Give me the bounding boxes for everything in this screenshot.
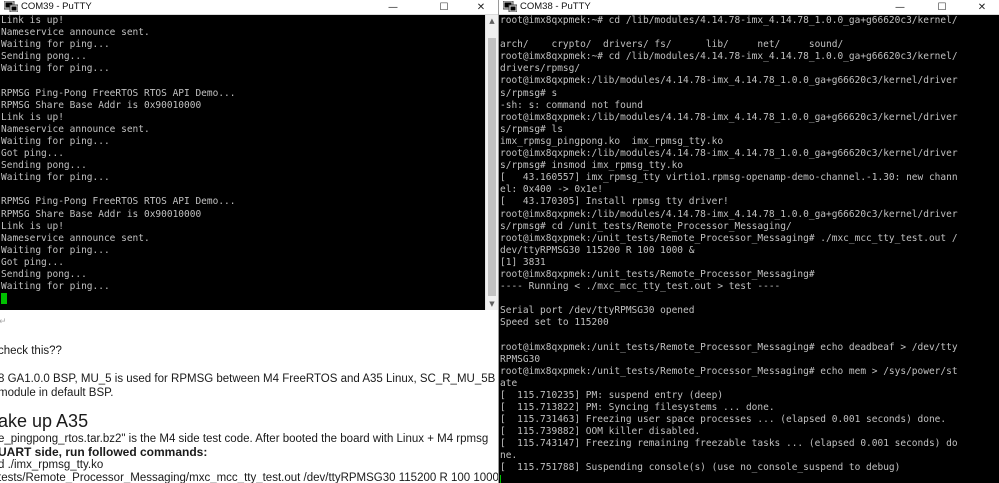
terminal-line: s/rpmsg# ls — [500, 123, 563, 135]
terminal-line: [1] 3831 — [500, 256, 546, 268]
terminal-line: [ 115.739882] OOM killer disabled. — [500, 426, 701, 438]
terminal-line: Waiting for ping... — [1, 281, 110, 293]
terminal-line: s/rpmsg# insmod imx_rpmsg_tty.ko — [500, 160, 684, 172]
terminal-line: Sending pong... — [1, 160, 87, 172]
terminal-line: root@imx8qxpmek:~# cd /lib/modules/4.14.… — [500, 51, 958, 63]
putty-window-com39[interactable]: COM39 - PuTTY — ☐ ✕ Link is up! Nameservi… — [0, 0, 499, 310]
terminal-line: s/rpmsg# cd /unit_tests/Remote_Processor… — [500, 220, 792, 232]
terminal-line: Nameservice announce sent. — [1, 27, 150, 39]
minimize-button[interactable]: — — [885, 0, 915, 14]
terminal-line: drivers/rpmsg/ — [500, 63, 581, 75]
terminal-line: [ 115.751788] Suspending console(s) (use… — [500, 462, 901, 474]
terminal-output[interactable]: root@imx8qxpmek:~# cd /lib/modules/4.14.… — [499, 15, 999, 483]
terminal-line: Link is up! — [1, 111, 64, 123]
terminal-line: [ 43.170305] Install rpmsg tty driver! — [500, 196, 729, 208]
putty-icon — [4, 1, 18, 12]
doc-line-1: check this?? — [0, 345, 62, 357]
putty-icon — [503, 1, 517, 12]
cursor — [500, 474, 501, 483]
minimize-button[interactable]: — — [378, 0, 408, 14]
terminal-line: root@imx8qxpmek:/unit_tests/Remote_Proce… — [500, 232, 958, 244]
terminal-line: Waiting for ping... — [1, 172, 110, 184]
scroll-down-icon[interactable]: ▼ — [486, 298, 498, 310]
terminal-line: root@imx8qxpmek:/lib/modules/4.14.78-imx… — [500, 208, 958, 220]
terminal-line: Link is up! — [1, 15, 64, 26]
terminal-line: Waiting for ping... — [1, 135, 110, 147]
close-button[interactable]: ✕ — [967, 0, 997, 14]
title-bar[interactable]: COM39 - PuTTY — ☐ ✕ — [0, 0, 498, 15]
doc-line-3: module in default BSP. — [0, 387, 114, 399]
terminal-line: root@imx8qxpmek:/lib/modules/4.14.78-imx… — [500, 75, 958, 87]
terminal-line: Waiting for ping... — [1, 63, 110, 75]
terminal-line: Nameservice announce sent. — [1, 232, 150, 244]
terminal-line: Waiting for ping... — [1, 39, 110, 51]
window-title: COM38 - PuTTY — [520, 1, 591, 12]
terminal-prompt-line — [500, 474, 999, 483]
terminal-line: Link is up! — [1, 220, 64, 232]
close-button[interactable]: ✕ — [466, 0, 496, 14]
maximize-button[interactable]: ☐ — [927, 0, 957, 14]
terminal-line: root@imx8qxpmek:/unit_tests/Remote_Proce… — [500, 341, 958, 353]
terminal-line: -sh: s: command not found — [500, 99, 643, 111]
terminal-line: root@imx8qxpmek:~# cd /lib/modules/4.14.… — [500, 15, 958, 26]
terminal-output[interactable]: Link is up! Nameservice announce sent. Wai… — [0, 15, 486, 310]
terminal-line: s/rpmsg# s — [500, 87, 558, 99]
terminal-line: root@imx8qxpmek:/lib/modules/4.14.78-imx… — [500, 111, 958, 123]
terminal-line: RPMSG Share Base Addr is 0x90010000 — [1, 208, 202, 220]
maximize-button[interactable]: ☐ — [429, 0, 459, 14]
terminal-line: imx_rpmsg_pingpong.ko imx_rpmsg_tty.ko — [500, 135, 724, 147]
terminal-line: Got ping... — [1, 148, 64, 160]
terminal-line: RPMSG Share Base Addr is 0x90010000 — [1, 99, 202, 111]
terminal-line: el: 0x400 -> 0x1e! — [500, 184, 603, 196]
doc-line-5: e_pingpong_rtos.tar.bz2" is the M4 side … — [0, 433, 489, 445]
doc-line-2: 8 GA1.0.0 BSP, MU_5 is used for RPMSG be… — [0, 373, 496, 385]
terminal-line: root@imx8qxpmek:/lib/modules/4.14.78-imx… — [500, 148, 958, 160]
terminal-line: RPMSG30 — [500, 353, 541, 365]
terminal-line: Nameservice announce sent. — [1, 123, 150, 135]
terminal-line: [ 115.731463] Freezing user space proces… — [500, 414, 947, 426]
window-title: COM39 - PuTTY — [21, 1, 92, 12]
scrollbar-thumb[interactable] — [488, 38, 496, 296]
terminal-line: Speed set to 115200 — [500, 317, 609, 329]
terminal-line: [ 115.710235] PM: suspend entry (deep) — [500, 389, 724, 401]
terminal-line: arch/ crypto/ drivers/ fs/ lib/ net/ sou… — [500, 39, 844, 51]
terminal-line: Got ping... — [1, 256, 64, 268]
terminal-line: ---- Running < ./mxc_mcc_tty_test.out > … — [500, 281, 781, 293]
terminal-line: Sending pong... — [1, 51, 87, 63]
terminal-line: [ 115.743147] Freezing remaining freezab… — [500, 438, 958, 450]
title-bar[interactable]: COM38 - PuTTY — ☐ ✕ — [499, 0, 999, 15]
terminal-line: root@imx8qxpmek:/unit_tests/Remote_Proce… — [500, 365, 958, 377]
terminal-line: [ 43.160557] imx_rpmsg_tty virtio1.rpmsg… — [500, 172, 958, 184]
doc-line-6: UART side, run followed commands: — [0, 445, 208, 459]
terminal-line: dev/ttyRPMSG30 115200 R 100 1000 & — [500, 244, 695, 256]
terminal-line: RPMSG Ping-Pong FreeRTOS RTOS API Demo..… — [1, 87, 236, 99]
terminal-prompt-line — [1, 293, 486, 307]
cursor — [1, 293, 7, 305]
terminal-line: RPMSG Ping-Pong FreeRTOS RTOS API Demo..… — [1, 196, 236, 208]
doc-line-8: tests/Remote_Processor_Messaging/mxc_mcc… — [0, 472, 499, 483]
terminal-line: Sending pong... — [1, 268, 87, 280]
terminal-line: Waiting for ping... — [1, 244, 110, 256]
terminal-line: root@imx8qxpmek:/unit_tests/Remote_Proce… — [500, 268, 815, 280]
terminal-line: ate — [500, 377, 518, 389]
doc-paragraph-mark: ↵ — [0, 316, 7, 326]
terminal-line: Serial port /dev/ttyRPMSG30 opened — [500, 305, 695, 317]
background-document: ↵ check this?? 8 GA1.0.0 BSP, MU_5 is us… — [0, 310, 500, 483]
doc-heading: ake up A35 — [0, 411, 89, 431]
terminal-line: ne. — [500, 450, 518, 462]
vertical-scrollbar[interactable]: ▲ ▼ — [485, 15, 498, 310]
scroll-up-icon[interactable]: ▲ — [486, 15, 498, 27]
terminal-line: [ 115.713822] PM: Syncing filesystems ..… — [500, 402, 775, 413]
doc-line-7: d ./imx_rpmsg_tty.ko — [0, 459, 104, 471]
putty-window-com38[interactable]: COM38 - PuTTY — ☐ ✕ root@imx8qxpmek:~# c… — [498, 0, 999, 483]
